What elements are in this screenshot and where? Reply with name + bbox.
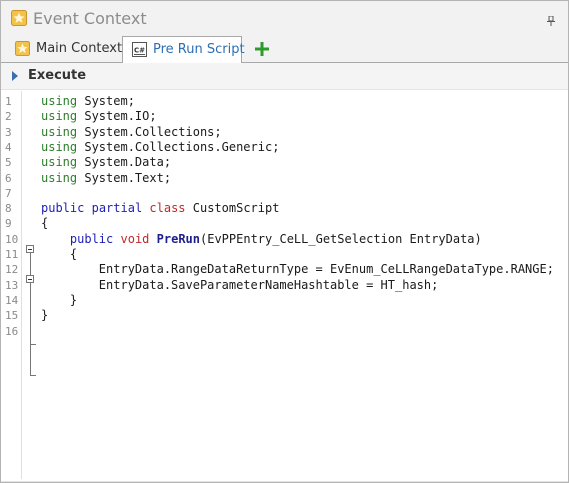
- code-line: using System.Text;: [41, 171, 171, 186]
- line-number: 3: [5, 125, 12, 139]
- tab-main-context[interactable]: Main Context: [9, 37, 122, 61]
- line-number: 12: [5, 263, 19, 277]
- code-line: {: [41, 247, 77, 262]
- code-line: }: [41, 308, 48, 323]
- execute-section-header[interactable]: Execute: [1, 63, 568, 90]
- script-content: Execute 1 2 3 4 5 6 7 8 9 10 11 12 13 14 15 16 using Sy…: [1, 63, 568, 482]
- code-token: System.Collections.Generic;: [77, 139, 280, 154]
- line-number: 7: [5, 186, 12, 200]
- code-token: EntryData.SaveParameterNameHashtable = H…: [41, 277, 439, 292]
- code-token: using: [41, 155, 78, 170]
- code-line: public void PreRun(EvPPEntry_CeLL_GetSel…: [41, 232, 482, 247]
- line-number: 2: [5, 110, 12, 124]
- execute-label: Execute: [28, 68, 87, 83]
- csharp-script-icon: C#: [132, 42, 147, 57]
- line-number: 8: [5, 202, 12, 216]
- fold-margin: [22, 91, 38, 479]
- fold-guide: [30, 283, 31, 360]
- event-context-panel: Event Context Main Context C# Pre Run Sc…: [0, 0, 569, 483]
- code-token: System.Data;: [77, 155, 172, 170]
- code-token: System.IO;: [77, 109, 157, 124]
- code-token: System.Text;: [77, 170, 172, 185]
- code-token: (EvPPEntry_CeLL_GetSelection EntryData): [200, 231, 482, 246]
- line-number: 15: [5, 309, 19, 323]
- code-line: {: [41, 216, 48, 231]
- line-number: 5: [5, 156, 12, 170]
- code-token: using: [41, 109, 78, 124]
- panel-title: Event Context: [33, 9, 147, 28]
- svg-text:C#: C#: [134, 47, 145, 55]
- line-number: 13: [5, 278, 19, 292]
- code-line: }: [41, 293, 77, 308]
- line-number-gutter: 1 2 3 4 5 6 7 8 9 10 11 12 13 14 15 16: [3, 91, 22, 479]
- divider: [1, 481, 568, 482]
- code-token: EntryData.RangeDataReturnType = EvEnum_C…: [41, 262, 554, 277]
- code-token: PreRun: [156, 231, 200, 246]
- code-line: EntryData.SaveParameterNameHashtable = H…: [41, 277, 439, 293]
- code-line: using System.Collections.Generic;: [41, 140, 279, 155]
- star-icon: [15, 41, 30, 56]
- code-line: public partial class CustomScript: [41, 201, 279, 216]
- code-line: using System;: [41, 94, 135, 109]
- star-icon: [11, 10, 27, 26]
- tab-label: Pre Run Script: [153, 42, 245, 57]
- tab-bar: Main Context C# Pre Run Script: [1, 35, 568, 63]
- line-number: 6: [5, 171, 12, 185]
- pin-icon[interactable]: [546, 13, 556, 26]
- collapse-toggle-icon[interactable]: [26, 275, 34, 283]
- code-token: }: [41, 292, 78, 307]
- collapse-toggle-icon[interactable]: [26, 245, 34, 253]
- fold-guide: [30, 360, 31, 375]
- line-number: 16: [5, 324, 19, 338]
- code-token: using: [41, 139, 78, 154]
- plus-icon[interactable]: [252, 39, 272, 59]
- line-number: 10: [5, 232, 19, 246]
- expand-arrow-icon[interactable]: [12, 71, 18, 81]
- code-token: using: [41, 94, 78, 108]
- code-token: using: [41, 170, 78, 185]
- line-number: 11: [5, 248, 19, 261]
- code-line: using System.Collections;: [41, 125, 222, 140]
- code-token: }: [41, 308, 49, 323]
- code-token: class: [149, 201, 186, 216]
- line-number: 1: [5, 95, 12, 108]
- fold-end-marker: [30, 375, 36, 376]
- line-number: 14: [5, 293, 19, 307]
- code-token: {: [41, 216, 49, 231]
- code-line: using System.Data;: [41, 155, 171, 170]
- code-token: System.Collections;: [77, 124, 222, 139]
- tab-pre-run-script[interactable]: C# Pre Run Script: [122, 36, 245, 63]
- code-line: EntryData.RangeDataReturnType = EvEnum_C…: [41, 262, 554, 277]
- code-line: using System.IO;: [41, 109, 157, 124]
- code-token: public: [41, 201, 85, 216]
- code-token: using: [41, 124, 78, 139]
- code-token: void: [120, 231, 150, 246]
- code-token: System;: [77, 94, 135, 108]
- code-token: partial: [91, 201, 143, 216]
- code-editor[interactable]: 1 2 3 4 5 6 7 8 9 10 11 12 13 14 15 16 using System; usi…: [3, 91, 566, 479]
- line-number: 9: [5, 217, 12, 231]
- fold-guide: [30, 253, 31, 275]
- title-bar: Event Context: [1, 1, 568, 35]
- code-token: {: [41, 247, 78, 261]
- line-number: 4: [5, 140, 12, 154]
- code-token: CustomScript: [185, 201, 280, 216]
- tab-label: Main Context: [36, 41, 123, 56]
- code-token: public: [69, 231, 114, 246]
- fold-end-marker: [30, 344, 36, 345]
